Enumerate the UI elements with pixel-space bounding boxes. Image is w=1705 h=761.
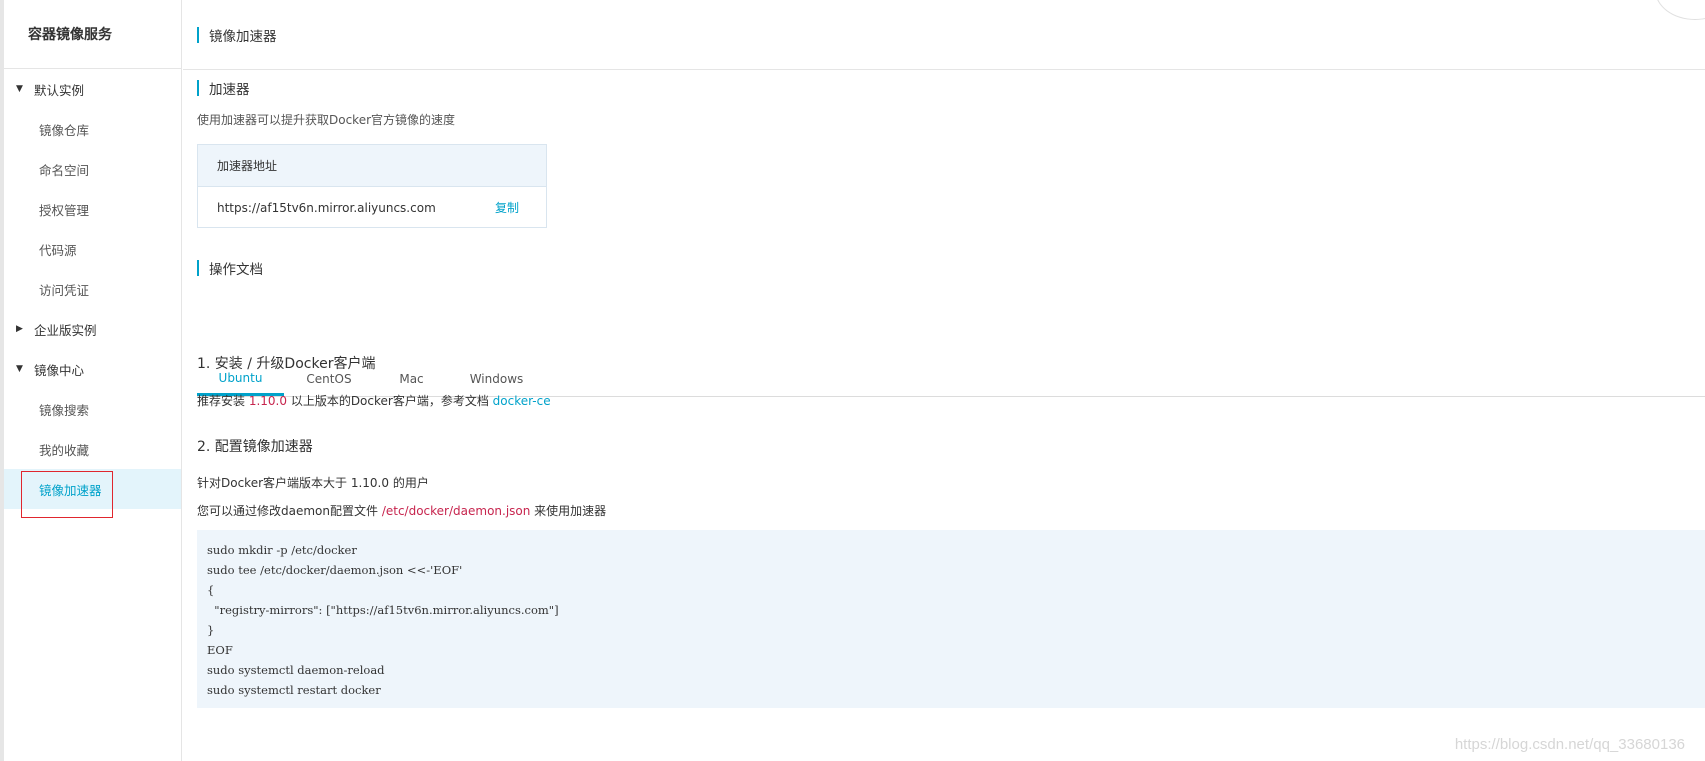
code-line: sudo systemctl daemon-reload (207, 663, 385, 677)
sidebar-item-label: 访问凭证 (39, 282, 90, 298)
version-number: 1.10.0 (248, 394, 287, 408)
caret-down-icon: ▼ (16, 364, 23, 374)
step1-text-before: 推荐安装 (197, 394, 249, 408)
sidebar-item-label: 镜像仓库 (39, 122, 90, 138)
page-title: 镜像加速器 (197, 25, 277, 45)
sidebar-item-label: 代码源 (39, 242, 77, 258)
code-line: { (207, 583, 215, 597)
nav-group-image-center[interactable]: ▼ 镜像中心 (4, 349, 181, 389)
step1-text: 推荐安装 1.10.0 以上版本的Docker客户端，参考文档 docker-c… (197, 392, 551, 409)
sidebar-item-auth[interactable]: 授权管理 (4, 189, 181, 229)
step2-line2: 您可以通过修改daemon配置文件 /etc/docker/daemon.jso… (197, 502, 606, 519)
step2-title: 2. 配置镜像加速器 (197, 439, 313, 455)
code-line: sudo mkdir -p /etc/docker (207, 543, 357, 557)
sidebar-item-namespace[interactable]: 命名空间 (4, 149, 181, 189)
docker-ce-link[interactable]: docker-ce (493, 394, 551, 408)
copy-button[interactable]: 复制 (495, 199, 519, 216)
accelerator-table-row: https://af15tv6n.mirror.aliyuncs.com 复制 (198, 187, 546, 228)
accelerator-section-title: 加速器 (197, 78, 250, 98)
accelerator-address: https://af15tv6n.mirror.aliyuncs.com (217, 200, 436, 215)
main-content: 加速器 使用加速器可以提升获取Docker官方镜像的速度 加速器地址 https… (183, 70, 1705, 761)
caret-right-icon: ▶ (16, 324, 23, 334)
highlight-box (21, 471, 113, 518)
nav-group-label: 默认实例 (34, 82, 85, 98)
page-title-text: 镜像加速器 (209, 28, 277, 45)
accelerator-table: 加速器地址 https://af15tv6n.mirror.aliyuncs.c… (197, 144, 547, 228)
code-line: sudo systemctl restart docker (207, 683, 381, 697)
code-line: } (207, 623, 215, 637)
nav-group-default-instance[interactable]: ▼ 默认实例 (4, 69, 181, 109)
tab-mac[interactable]: Mac (374, 362, 449, 396)
sidebar-item-label: 镜像搜索 (39, 402, 90, 418)
sidebar-item-image-accelerator[interactable]: 镜像加速器 (4, 469, 181, 518)
nav-group-label: 镜像中心 (34, 362, 85, 378)
accelerator-description: 使用加速器可以提升获取Docker官方镜像的速度 (197, 113, 456, 127)
code-line: EOF (207, 643, 233, 657)
sidebar-item-access-credential[interactable]: 访问凭证 (4, 269, 181, 309)
code-block[interactable]: sudo mkdir -p /etc/docker sudo tee /etc/… (197, 530, 1705, 708)
os-tabs: Ubuntu CentOS Mac Windows (197, 268, 1705, 397)
code-line: "registry-mirrors": ["https://af15tv6n.m… (207, 603, 559, 617)
step2-line2-before: 您可以通过修改daemon配置文件 (197, 504, 382, 518)
step2-line2-after: 来使用加速器 (530, 504, 607, 518)
title-accent-bar (197, 26, 199, 43)
code-line: sudo tee /etc/docker/daemon.json <<-'EOF… (207, 563, 463, 577)
corner-decoration (1655, 0, 1705, 20)
sidebar-item-label: 授权管理 (39, 202, 90, 218)
sidebar-item-label: 我的收藏 (39, 442, 90, 458)
nav-group-enterprise-instance[interactable]: ▶ 企业版实例 (4, 309, 181, 349)
sidebar-item-code-source[interactable]: 代码源 (4, 229, 181, 269)
caret-down-icon: ▼ (16, 84, 23, 94)
sidebar-item-favorites[interactable]: 我的收藏 (4, 429, 181, 469)
sidebar-title: 容器镜像服务 (4, 0, 181, 69)
watermark: https://blog.csdn.net/qq_33680136 (1454, 736, 1685, 753)
tab-windows[interactable]: Windows (449, 362, 544, 396)
sidebar-item-image-search[interactable]: 镜像搜索 (4, 389, 181, 429)
nav-group-label: 企业版实例 (34, 322, 97, 338)
step1-text-middle: 以上版本的Docker客户端，参考文档 (287, 394, 493, 408)
sidebar-item-label: 命名空间 (39, 162, 90, 178)
step1-title: 1. 安装 / 升级Docker客户端 (197, 356, 376, 372)
daemon-json-path: /etc/docker/daemon.json (381, 504, 531, 518)
section-accent-bar (197, 80, 199, 96)
sidebar-item-image-repo[interactable]: 镜像仓库 (4, 109, 181, 149)
step2-line1: 针对Docker客户端版本大于 1.10.0 的用户 (197, 476, 429, 490)
page-header: 镜像加速器 (183, 0, 1705, 70)
accelerator-table-header: 加速器地址 (198, 145, 546, 187)
section-title-text: 加速器 (209, 82, 250, 98)
sidebar: 容器镜像服务 ▼ 默认实例 镜像仓库 命名空间 授权管理 代码源 访问凭证 ▶ … (4, 0, 182, 761)
